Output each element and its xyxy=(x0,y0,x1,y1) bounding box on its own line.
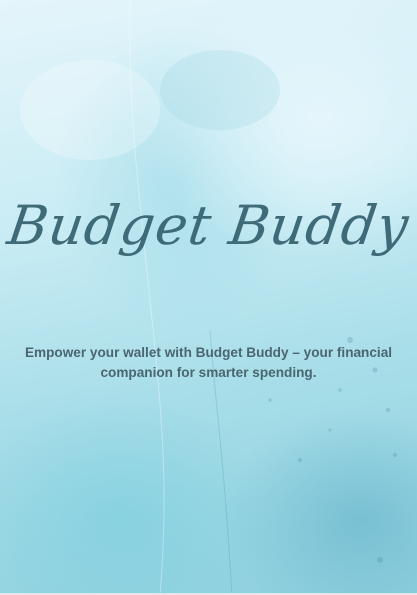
tagline: Empower your wallet with Budget Buddy – … xyxy=(0,343,417,383)
tagline-line-2: companion for smarter spending. xyxy=(100,365,317,380)
watercolor-background xyxy=(20,0,397,595)
cover-page: Budget Buddy Empower your wallet with Bu… xyxy=(0,0,417,595)
tagline-line-1: Empower your wallet with Budget Buddy – … xyxy=(24,345,393,360)
brand-title: Budget Buddy xyxy=(3,194,414,257)
